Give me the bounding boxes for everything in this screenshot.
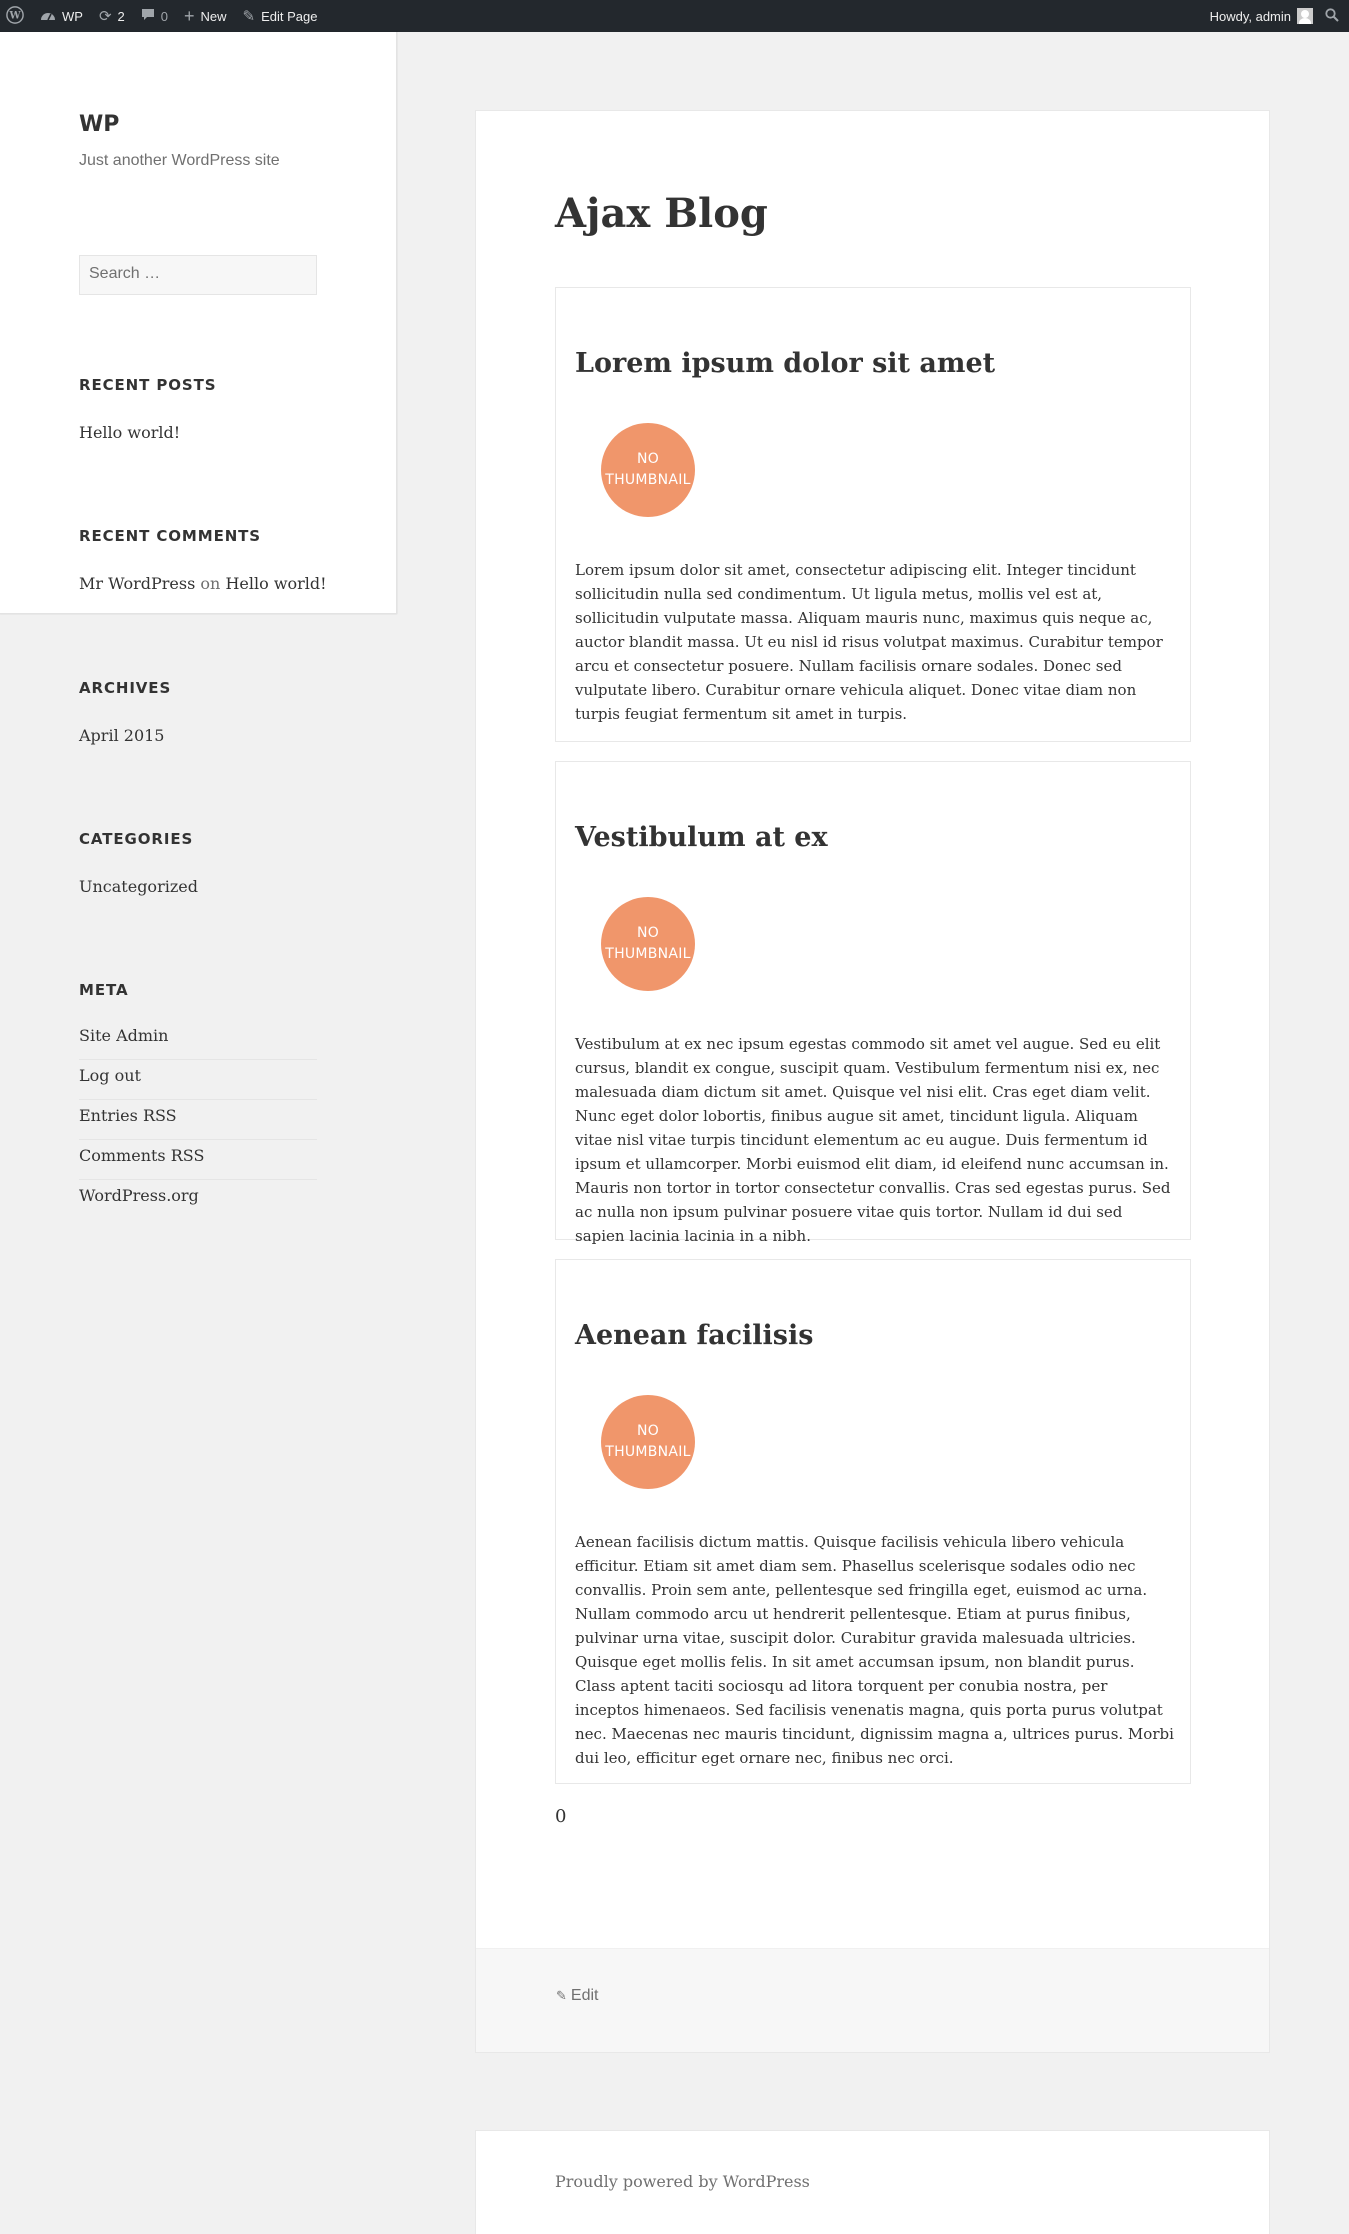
wordpress-logo-menu[interactable]: W (0, 0, 32, 32)
recent-comments-heading: RECENT COMMENTS (79, 527, 262, 545)
recent-post-link[interactable]: Hello world! (79, 423, 180, 442)
powered-by-link[interactable]: Proudly powered by WordPress (555, 2172, 810, 2191)
meta-link-wordpress-org[interactable]: WordPress.org (79, 1180, 317, 1220)
search-input[interactable]: Search … (79, 255, 317, 295)
post-title[interactable]: Lorem ipsum dolor sit amet (575, 348, 995, 379)
thumb-text-line2: THUMBNAIL (605, 946, 691, 962)
comments-count: 0 (160, 8, 168, 24)
dashboard-icon (40, 8, 56, 25)
post-card: Lorem ipsum dolor sit amet NO THUMBNAIL … (555, 287, 1191, 742)
post-excerpt: Aenean facilisis dictum mattis. Quisque … (575, 1533, 1174, 1767)
search-icon (1325, 7, 1339, 25)
site-title[interactable]: WP (79, 112, 119, 137)
categories-heading: CATEGORIES (79, 830, 194, 848)
recent-posts-heading: RECENT POSTS (79, 376, 217, 394)
ajax-counter: 0 (555, 1806, 567, 1827)
meta-link-comments-rss[interactable]: Comments RSS (79, 1140, 317, 1180)
svg-text:W: W (8, 10, 21, 21)
plus-icon: + (184, 6, 195, 26)
new-label: New (200, 8, 227, 24)
post-title[interactable]: Aenean facilisis (575, 1320, 813, 1351)
wordpress-logo-icon: W (6, 5, 24, 27)
category-link[interactable]: Uncategorized (79, 877, 198, 896)
meta-link-log-out[interactable]: Log out (79, 1060, 317, 1100)
no-thumbnail-image: NO THUMBNAIL (601, 897, 695, 991)
archive-link[interactable]: April 2015 (79, 726, 164, 745)
my-account-menu[interactable]: Howdy, admin (1202, 0, 1317, 32)
updates-menu[interactable]: ⟳ 2 (91, 0, 133, 32)
meta-heading: META (79, 981, 129, 999)
recent-comment: Mr WordPress on Hello world! (79, 574, 327, 593)
search-placeholder: Search … (89, 265, 161, 282)
no-thumbnail-image: NO THUMBNAIL (601, 1395, 695, 1489)
thumb-text-line2: THUMBNAIL (605, 472, 691, 488)
page-title: Ajax Blog (555, 190, 768, 237)
site-name-menu[interactable]: WP (32, 0, 91, 32)
post-card: Aenean facilisis NO THUMBNAIL Aenean fac… (555, 1259, 1191, 1784)
meta-link-entries-rss[interactable]: Entries RSS (79, 1100, 317, 1140)
post-excerpt: Vestibulum at ex nec ipsum egestas commo… (575, 1035, 1171, 1245)
comment-bubble-icon (141, 8, 155, 24)
pencil-icon: ✎ (242, 7, 256, 25)
post-title[interactable]: Vestibulum at ex (575, 822, 828, 853)
avatar (1297, 8, 1313, 24)
howdy-label: Howdy, admin (1209, 8, 1291, 24)
post-excerpt: Lorem ipsum dolor sit amet, consectetur … (575, 561, 1163, 723)
thumb-text-line2: THUMBNAIL (605, 1444, 691, 1460)
meta-list: Site Admin Log out Entries RSS Comments … (79, 1020, 317, 1220)
archives-heading: ARCHIVES (79, 679, 172, 697)
updates-icon: ⟳ (98, 7, 112, 25)
pencil-icon: ✎ (556, 1988, 567, 2003)
edit-page-label: Edit Page (261, 8, 318, 24)
edit-link[interactable]: ✎ Edit (556, 1987, 598, 2005)
site-description: Just another WordPress site (79, 152, 280, 169)
thumb-text-line1: NO (636, 451, 660, 467)
post-card: Vestibulum at ex NO THUMBNAIL Vestibulum… (555, 761, 1191, 1245)
comment-on-text: on (200, 574, 221, 593)
site-name-label: WP (62, 8, 83, 24)
comment-author-link[interactable]: Mr WordPress (79, 574, 195, 593)
thumb-text-line1: NO (636, 925, 660, 941)
edit-label: Edit (570, 1987, 599, 2004)
meta-link-site-admin[interactable]: Site Admin (79, 1020, 317, 1060)
admin-bar: W WP ⟳ 2 0 + New ✎ Edit Page Howdy, admi… (0, 0, 1349, 32)
admin-search-button[interactable] (1317, 0, 1349, 32)
new-content-menu[interactable]: + New (176, 0, 235, 32)
edit-page-menu[interactable]: ✎ Edit Page (235, 0, 326, 32)
comments-menu[interactable]: 0 (133, 0, 176, 32)
no-thumbnail-image: NO THUMBNAIL (601, 423, 695, 517)
updates-count: 2 (117, 8, 125, 24)
comment-post-link[interactable]: Hello world! (225, 574, 326, 593)
thumb-text-line1: NO (636, 1423, 660, 1439)
